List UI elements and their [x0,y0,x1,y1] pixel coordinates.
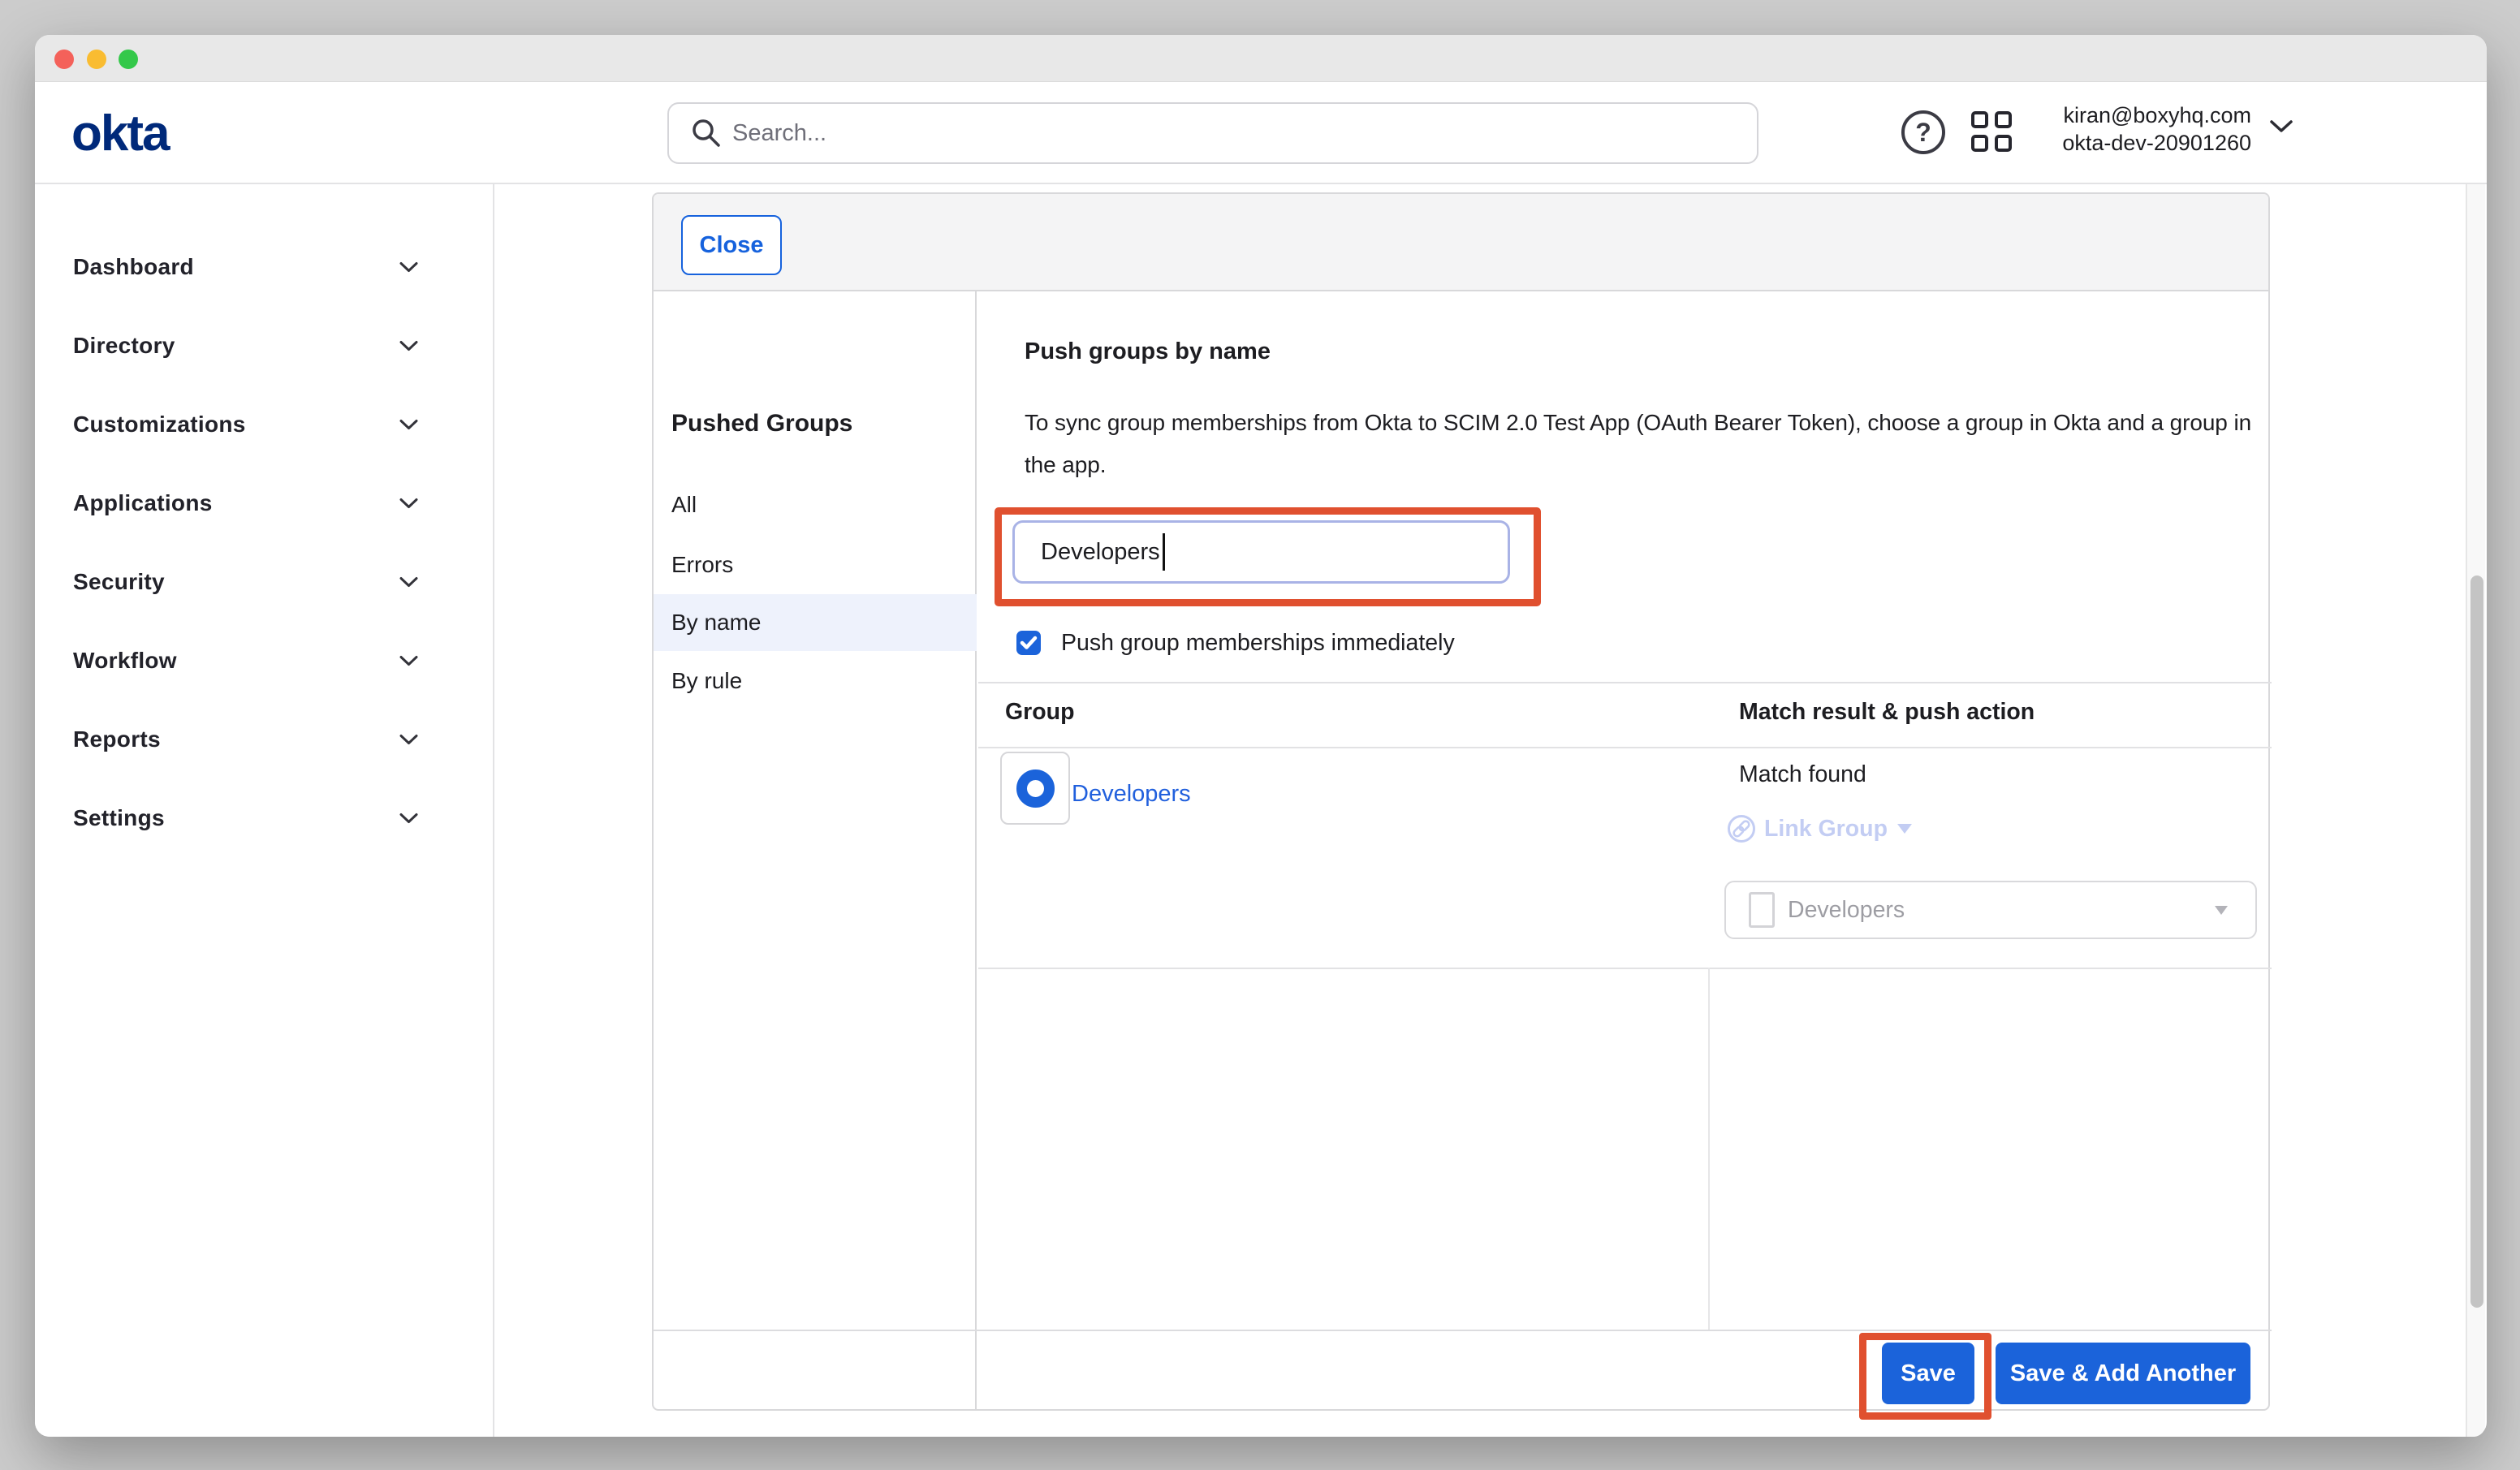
sidebar-item-settings[interactable]: Settings [35,790,494,847]
push-groups-panel: Close Pushed Groups All Errors By name B… [652,192,2270,1411]
search-icon [690,117,723,149]
chevron-down-icon [399,735,418,745]
match-status: Match found [1739,761,1866,788]
footer-border [654,1330,2272,1331]
sidebar-item-reports[interactable]: Reports [35,711,494,768]
sidebar-item-customizations[interactable]: Customizations [35,396,494,453]
push-immediately-label: Push group memberships immediately [1061,631,1455,655]
search-input[interactable]: Search... [667,102,1758,164]
sidebar-item-applications[interactable]: Applications [35,475,494,532]
check-icon [1020,636,1038,650]
traffic-light-close[interactable] [54,50,74,69]
browser-window: okta Search... ? kiran@boxyhq.com okta-d… [35,35,2487,1437]
sidebar-item-directory[interactable]: Directory [35,317,494,374]
chevron-down-icon [399,341,418,351]
group-name-value: Developers [1041,539,1160,566]
table-header-border [978,747,2272,748]
panel-toolbar: Close [654,194,2268,291]
sidebar-nav: Dashboard Directory Customizations Appli… [35,184,494,1437]
push-immediately-checkbox[interactable] [1016,631,1041,655]
save-button[interactable]: Save [1882,1343,1974,1404]
save-add-another-button[interactable]: Save & Add Another [1996,1343,2250,1404]
close-button[interactable]: Close [681,215,782,275]
subnav-item-errors[interactable]: Errors [654,537,977,593]
account-email: kiran@boxyhq.com [2048,101,2251,129]
scrollbar-thumb[interactable] [2470,575,2483,1308]
chevron-down-icon [399,813,418,824]
search-placeholder: Search... [732,120,826,147]
account-chevron-down-icon[interactable] [2269,119,2293,134]
sidebar-item-dashboard[interactable]: Dashboard [35,239,494,295]
help-icon[interactable]: ? [1901,110,1945,154]
account-menu[interactable]: kiran@boxyhq.com okta-dev-20901260 [2048,101,2251,157]
subnav-item-by-name[interactable]: By name [654,594,977,651]
target-group-value: Developers [1788,897,1905,924]
subnav-item-all[interactable]: All [654,476,977,533]
app-header: okta Search... ? kiran@boxyhq.com okta-d… [35,82,2487,184]
page-description: To sync group memberships from Okta to S… [1025,402,2267,486]
okta-group-icon [1000,752,1070,825]
subnav-item-by-rule[interactable]: By rule [654,653,977,709]
chevron-down-icon [399,577,418,588]
traffic-light-minimize[interactable] [87,50,106,69]
group-link[interactable]: Developers [1072,781,1191,808]
caret-down-icon [1897,824,1912,834]
column-header-match: Match result & push action [1739,699,2035,726]
subnav-title: Pushed Groups [671,410,852,438]
group-donut-icon [1016,769,1055,808]
caret-down-icon [2215,906,2228,915]
link-group-label: Link Group [1764,816,1888,843]
chevron-down-icon [399,262,418,273]
sidebar-item-security[interactable]: Security [35,554,494,610]
group-name-input[interactable]: Developers [1012,520,1510,584]
link-group-dropdown-disabled: Link Group [1727,814,1912,843]
okta-logo: okta [71,105,168,162]
chevron-down-icon [399,420,418,430]
target-group-select-disabled: Developers [1724,881,2257,939]
apps-grid-icon[interactable] [1971,111,2015,155]
sidebar-item-workflow[interactable]: Workflow [35,632,494,689]
traffic-light-zoom[interactable] [119,50,138,69]
chevron-down-icon [399,498,418,509]
table-top-border [978,682,2272,683]
link-icon [1727,814,1756,843]
scrollbar-track[interactable] [2466,184,2485,1437]
column-divider [1708,968,1710,1330]
account-org: okta-dev-20901260 [2048,129,2251,157]
window-titlebar [35,35,2487,82]
pushed-groups-subnav: Pushed Groups All Errors By name By rule [654,291,977,1411]
page-title: Push groups by name [1025,338,1271,365]
text-cursor [1163,533,1165,571]
column-header-group: Group [1005,699,1075,726]
chevron-down-icon [399,656,418,666]
app-group-icon [1749,892,1775,928]
row-bottom-border [978,968,2272,969]
